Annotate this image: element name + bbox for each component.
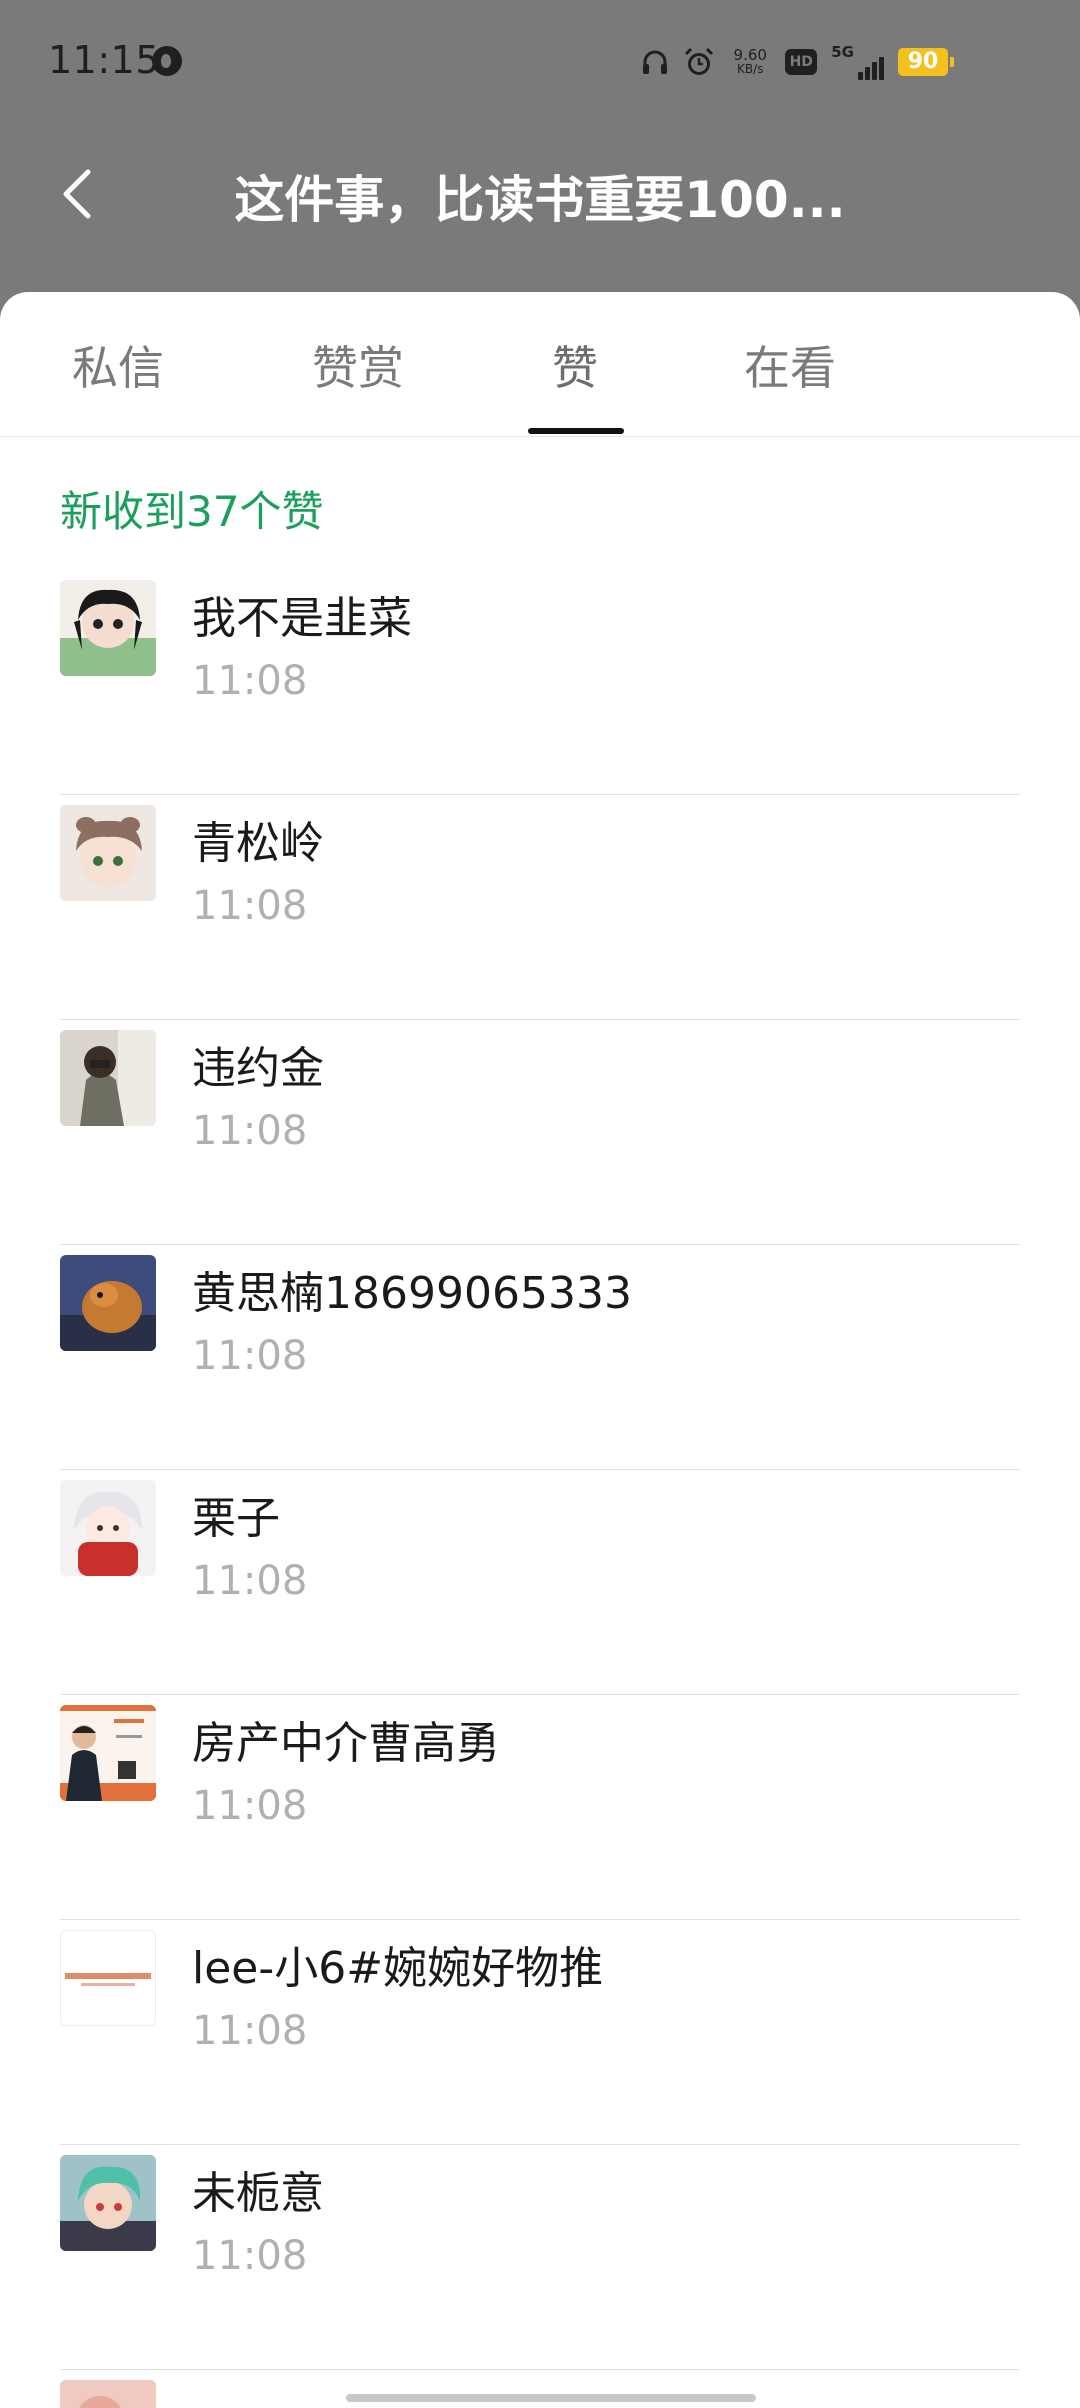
- interaction-sheet: 私信 赞赏 赞 在看 新收到37个赞 我不是韭菜 11:08 青松岭 11:08…: [0, 292, 1080, 2408]
- active-tab-indicator: [528, 428, 624, 434]
- battery-level: 90: [907, 49, 939, 74]
- tab-messages[interactable]: 私信: [72, 332, 164, 398]
- avatar[interactable]: [60, 1705, 156, 1801]
- user-name: 违约金: [192, 1043, 324, 1094]
- signal-bar: [879, 57, 884, 80]
- like-time: 11:08: [192, 2008, 308, 2054]
- like-time: 11:08: [192, 1558, 308, 1604]
- hd-icon: HD: [785, 49, 818, 75]
- like-time: 11:08: [192, 2233, 308, 2279]
- like-time: 11:08: [192, 1333, 308, 1379]
- avatar[interactable]: [60, 1030, 156, 1126]
- network-speed-unit: KB/s: [737, 62, 764, 76]
- like-list: 我不是韭菜 11:08 青松岭 11:08 违约金 11:08 黄思楠18699…: [0, 570, 1080, 2408]
- list-item[interactable]: 青松岭 11:08: [0, 795, 1080, 1020]
- status-bar: 11:15 9.60 KB/s HD 5G 90: [0, 0, 1080, 130]
- avatar[interactable]: [60, 805, 156, 901]
- user-name: 未栀意: [192, 2168, 324, 2219]
- network-speed-value: 9.60: [733, 46, 767, 64]
- like-time: 11:08: [192, 1108, 308, 1154]
- signal-bar: [858, 72, 863, 80]
- signal-bar: [865, 67, 870, 80]
- battery-icon: 90: [898, 48, 954, 76]
- user-name: 栗子: [192, 1493, 280, 1544]
- user-name: 我不是韭菜: [192, 593, 412, 644]
- list-item[interactable]: [0, 2370, 1080, 2408]
- signal-bar: [872, 62, 877, 80]
- tab-rewards[interactable]: 赞赏: [312, 332, 404, 398]
- user-name: 黄思楠18699065333: [192, 1268, 632, 1319]
- status-icons: 9.60 KB/s HD 5G 90: [641, 42, 954, 82]
- user-name: 青松岭: [192, 818, 324, 869]
- list-item[interactable]: lee-小6#婉婉好物推 11:08: [0, 1920, 1080, 2145]
- status-time: 11:15: [48, 38, 161, 82]
- home-indicator[interactable]: [346, 2394, 756, 2402]
- app-notification-icon: [152, 46, 182, 76]
- list-item[interactable]: 黄思楠18699065333 11:08: [0, 1245, 1080, 1470]
- list-item[interactable]: 违约金 11:08: [0, 1020, 1080, 1245]
- nav-bar: 这件事，比读书重要100...: [0, 130, 1080, 290]
- like-time: 11:08: [192, 658, 308, 704]
- hd-label: HD: [789, 54, 813, 70]
- tab-bar: 私信 赞赏 赞 在看: [0, 292, 1080, 437]
- list-item[interactable]: 未栀意 11:08: [0, 2145, 1080, 2370]
- avatar[interactable]: [60, 1930, 156, 2026]
- tab-watching[interactable]: 在看: [744, 332, 836, 398]
- avatar[interactable]: [60, 2380, 156, 2408]
- like-time: 11:08: [192, 883, 308, 929]
- signal-icon: 5G: [831, 44, 884, 80]
- avatar[interactable]: [60, 1480, 156, 1576]
- list-item[interactable]: 栗子 11:08: [0, 1470, 1080, 1695]
- like-time: 11:08: [192, 1783, 308, 1829]
- list-item[interactable]: 房产中介曹高勇 11:08: [0, 1695, 1080, 1920]
- user-name: lee-小6#婉婉好物推: [192, 1943, 604, 1994]
- headphone-icon: [643, 50, 668, 74]
- list-item[interactable]: 我不是韭菜 11:08: [0, 570, 1080, 795]
- avatar[interactable]: [60, 580, 156, 676]
- tab-likes[interactable]: 赞: [552, 332, 598, 398]
- signal-label: 5G: [831, 43, 854, 61]
- new-likes-count: 新收到37个赞: [60, 487, 324, 536]
- user-name: 房产中介曹高勇: [192, 1718, 500, 1769]
- alarm-icon: [685, 47, 714, 75]
- avatar[interactable]: [60, 1255, 156, 1351]
- network-speed: 9.60 KB/s: [729, 48, 771, 76]
- avatar[interactable]: [60, 2155, 156, 2251]
- page-title: 这件事，比读书重要100...: [234, 171, 846, 229]
